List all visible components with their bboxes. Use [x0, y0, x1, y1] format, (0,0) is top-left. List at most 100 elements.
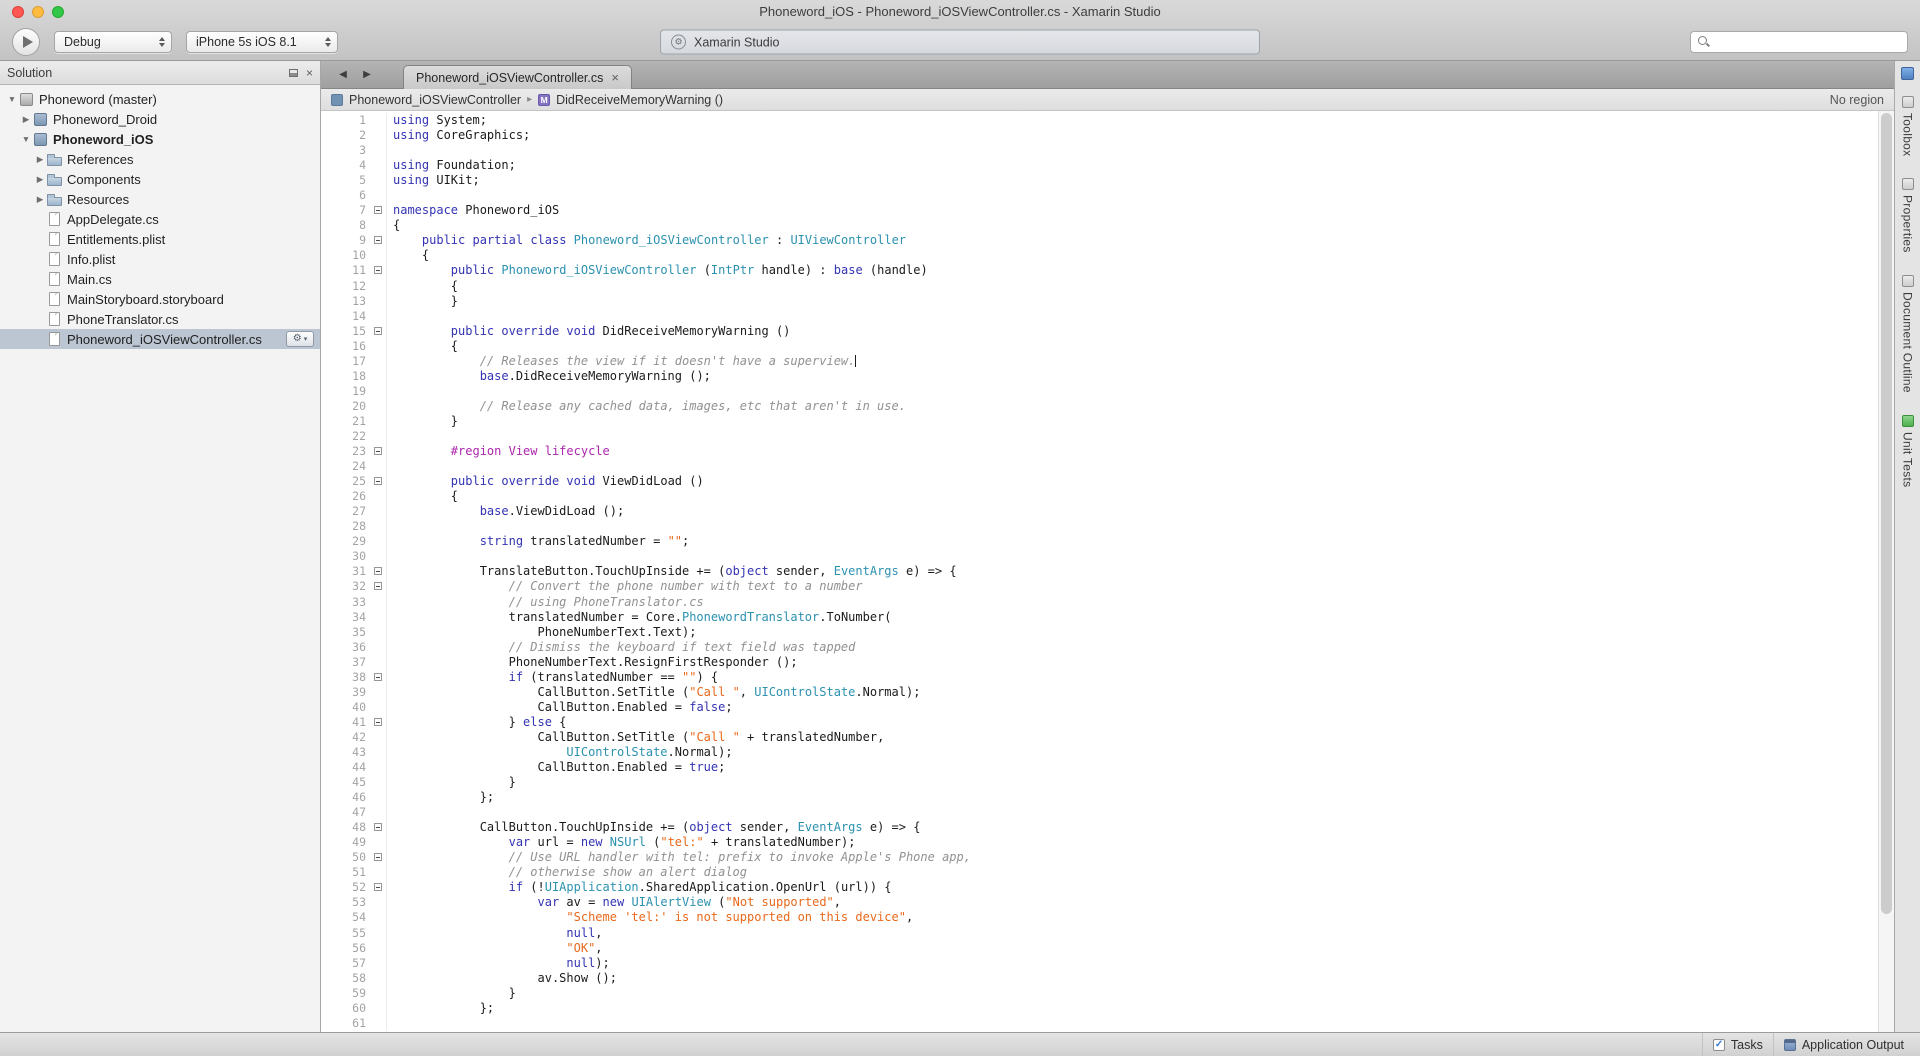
- gutter-line-number[interactable]: 55: [321, 926, 371, 941]
- code-line-26[interactable]: 26 {: [321, 489, 1878, 504]
- gutter-line-number[interactable]: 37: [321, 655, 371, 670]
- disclosure-collapsed-icon[interactable]: ▶: [34, 194, 46, 205]
- code-line-46[interactable]: 46 };: [321, 790, 1878, 805]
- gutter-line-number[interactable]: 33: [321, 595, 371, 610]
- tree-item-entitlements-plist[interactable]: Entitlements.plist: [0, 229, 320, 249]
- dock-item-toolbox[interactable]: Toolbox: [1901, 96, 1915, 156]
- gutter-line-number[interactable]: 14: [321, 309, 371, 324]
- code-line-37[interactable]: 37 PhoneNumberText.ResignFirstResponder …: [321, 655, 1878, 670]
- gutter-line-number[interactable]: 58: [321, 971, 371, 986]
- code-line-53[interactable]: 53 var av = new UIAlertView ("Not suppor…: [321, 895, 1878, 910]
- code-line-51[interactable]: 51 // otherwise show an alert dialog: [321, 865, 1878, 880]
- tree-item-main-cs[interactable]: Main.cs: [0, 269, 320, 289]
- fold-marker-icon[interactable]: [374, 477, 382, 485]
- code-line-14[interactable]: 14: [321, 309, 1878, 324]
- tree-item-phoneword-master[interactable]: ▼Phoneword (master): [0, 89, 320, 109]
- code-line-10[interactable]: 10 {: [321, 248, 1878, 263]
- tree-item-resources[interactable]: ▶Resources: [0, 189, 320, 209]
- gutter-line-number[interactable]: 61: [321, 1016, 371, 1031]
- tree-item-appdelegate-cs[interactable]: AppDelegate.cs: [0, 209, 320, 229]
- code-line-12[interactable]: 12 {: [321, 279, 1878, 294]
- code-line-45[interactable]: 45 }: [321, 775, 1878, 790]
- tree-item-phonetranslator-cs[interactable]: PhoneTranslator.cs: [0, 309, 320, 329]
- gutter-line-number[interactable]: 9: [321, 233, 371, 248]
- item-options-button[interactable]: ⚙▾: [286, 331, 314, 347]
- gutter-line-number[interactable]: 13: [321, 294, 371, 309]
- code-line-29[interactable]: 29 string translatedNumber = "";: [321, 534, 1878, 549]
- code-line-5[interactable]: 5using UIKit;: [321, 173, 1878, 188]
- gutter-line-number[interactable]: 53: [321, 895, 371, 910]
- code-line-39[interactable]: 39 CallButton.SetTitle ("Call ", UIContr…: [321, 685, 1878, 700]
- code-line-36[interactable]: 36 // Dismiss the keyboard if text field…: [321, 640, 1878, 655]
- fold-marker-icon[interactable]: [374, 447, 382, 455]
- code-line-3[interactable]: 3: [321, 143, 1878, 158]
- editor-scrollbar[interactable]: [1878, 111, 1894, 1032]
- code-line-43[interactable]: 43 UIControlState.Normal);: [321, 745, 1878, 760]
- code-line-41[interactable]: 41 } else {: [321, 715, 1878, 730]
- code-line-25[interactable]: 25 public override void ViewDidLoad (): [321, 474, 1878, 489]
- gutter-line-number[interactable]: 17: [321, 354, 371, 369]
- fold-marker-icon[interactable]: [374, 823, 382, 831]
- close-pad-icon[interactable]: ×: [306, 67, 313, 79]
- tree-item-components[interactable]: ▶Components: [0, 169, 320, 189]
- device-dropdown[interactable]: iPhone 5s iOS 8.1: [186, 31, 338, 53]
- code-line-38[interactable]: 38 if (translatedNumber == "") {: [321, 670, 1878, 685]
- code-line-1[interactable]: 1using System;: [321, 113, 1878, 128]
- code-line-35[interactable]: 35 PhoneNumberText.Text);: [321, 625, 1878, 640]
- code-line-42[interactable]: 42 CallButton.SetTitle ("Call " + transl…: [321, 730, 1878, 745]
- gutter-line-number[interactable]: 47: [321, 805, 371, 820]
- tree-item-phoneword-iosviewcontroller-cs[interactable]: Phoneword_iOSViewController.cs⚙▾: [0, 329, 320, 349]
- gutter-line-number[interactable]: 8: [321, 218, 371, 233]
- tree-item-mainstoryboard-storyboard[interactable]: MainStoryboard.storyboard: [0, 289, 320, 309]
- code-line-9[interactable]: 9 public partial class Phoneword_iOSView…: [321, 233, 1878, 248]
- code-line-21[interactable]: 21 }: [321, 414, 1878, 429]
- gutter-line-number[interactable]: 26: [321, 489, 371, 504]
- code-line-59[interactable]: 59 }: [321, 986, 1878, 1001]
- gutter-line-number[interactable]: 23: [321, 444, 371, 459]
- code-line-34[interactable]: 34 translatedNumber = Core.PhonewordTran…: [321, 610, 1878, 625]
- code-line-22[interactable]: 22: [321, 429, 1878, 444]
- search-input[interactable]: [1690, 31, 1908, 53]
- tree-item-references[interactable]: ▶References: [0, 149, 320, 169]
- fold-marker-icon[interactable]: [374, 236, 382, 244]
- code-line-13[interactable]: 13 }: [321, 294, 1878, 309]
- navigate-forward-button[interactable]: ▶: [355, 65, 379, 85]
- gutter-line-number[interactable]: 24: [321, 459, 371, 474]
- code-line-56[interactable]: 56 "OK",: [321, 941, 1878, 956]
- gutter-line-number[interactable]: 15: [321, 324, 371, 339]
- code-editor[interactable]: 1using System;2using CoreGraphics;34usin…: [321, 111, 1894, 1032]
- code-line-55[interactable]: 55 null,: [321, 926, 1878, 941]
- code-line-60[interactable]: 60 };: [321, 1001, 1878, 1016]
- pad-button-tasks[interactable]: Tasks: [1702, 1033, 1773, 1056]
- gutter-line-number[interactable]: 20: [321, 399, 371, 414]
- gutter-line-number[interactable]: 3: [321, 143, 371, 158]
- gutter-line-number[interactable]: 4: [321, 158, 371, 173]
- gutter-line-number[interactable]: 51: [321, 865, 371, 880]
- gutter-line-number[interactable]: 1: [321, 113, 371, 128]
- code-line-32[interactable]: 32 // Convert the phone number with text…: [321, 579, 1878, 594]
- tree-item-phoneword-ios[interactable]: ▼Phoneword_iOS: [0, 129, 320, 149]
- breadcrumb-member[interactable]: DidReceiveMemoryWarning (): [556, 93, 723, 107]
- code-line-28[interactable]: 28: [321, 519, 1878, 534]
- code-line-20[interactable]: 20 // Release any cached data, images, e…: [321, 399, 1878, 414]
- disclosure-collapsed-icon[interactable]: ▶: [20, 114, 32, 125]
- code-line-27[interactable]: 27 base.ViewDidLoad ();: [321, 504, 1878, 519]
- gutter-line-number[interactable]: 19: [321, 384, 371, 399]
- gutter-line-number[interactable]: 28: [321, 519, 371, 534]
- code-line-30[interactable]: 30: [321, 549, 1878, 564]
- navigate-back-button[interactable]: ◀: [331, 65, 355, 85]
- gutter-line-number[interactable]: 34: [321, 610, 371, 625]
- gutter-line-number[interactable]: 41: [321, 715, 371, 730]
- gutter-line-number[interactable]: 59: [321, 986, 371, 1001]
- breadcrumb-class[interactable]: Phoneword_iOSViewController: [349, 93, 521, 107]
- close-tab-icon[interactable]: ×: [611, 71, 619, 84]
- gutter-line-number[interactable]: 16: [321, 339, 371, 354]
- gutter-line-number[interactable]: 25: [321, 474, 371, 489]
- code-line-8[interactable]: 8{: [321, 218, 1878, 233]
- gutter-line-number[interactable]: 43: [321, 745, 371, 760]
- scrollbar-thumb[interactable]: [1881, 113, 1892, 914]
- disclosure-collapsed-icon[interactable]: ▶: [34, 154, 46, 165]
- gutter-line-number[interactable]: 30: [321, 549, 371, 564]
- code-line-54[interactable]: 54 "Scheme 'tel:' is not supported on th…: [321, 910, 1878, 925]
- code-line-50[interactable]: 50 // Use URL handler with tel: prefix t…: [321, 850, 1878, 865]
